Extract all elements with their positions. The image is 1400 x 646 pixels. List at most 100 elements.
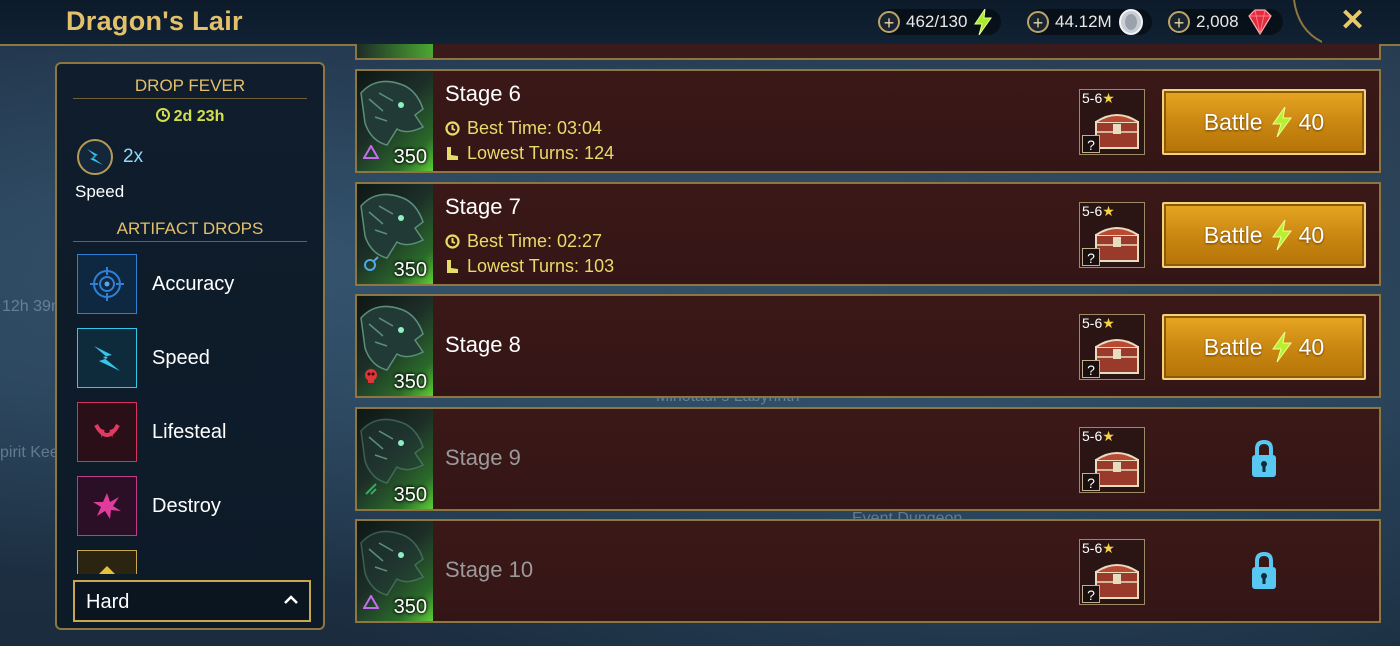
reward-rank: 5-6★ (1082, 315, 1115, 331)
battle-button[interactable]: Battle 40 (1162, 202, 1366, 268)
unknown-reward-marker: ? (1082, 135, 1100, 153)
best-time-text: Best Time: 02:27 (467, 231, 603, 251)
boss-portrait: 350 (357, 184, 433, 284)
destroy-set-icon[interactable] (77, 476, 137, 536)
add-silver-button[interactable]: + (1027, 11, 1049, 33)
artifact-label-accuracy: Accuracy (152, 273, 235, 295)
boot-icon (447, 260, 458, 273)
drop-fever-title: DROP FEVER (134, 76, 246, 95)
reward-chest[interactable]: 5-6★? (1079, 89, 1145, 155)
add-gems-button[interactable]: + (1168, 11, 1190, 33)
stage-row[interactable]: 350 Stage 10 5-6★? (355, 519, 1381, 623)
artifact-drops-title: ARTIFACT DROPS (116, 219, 264, 238)
header-corner-ornament (1293, 0, 1322, 43)
energy-icon (1271, 220, 1292, 250)
affinity-force-icon (363, 368, 379, 389)
top-bar: Dragon's Lair + 462/130 + 44.12M + 2,008… (0, 0, 1400, 46)
artifact-label-destroy: Destroy (152, 495, 221, 517)
energy-icon (973, 9, 993, 35)
drop-info-panel: DROP FEVER 2d 23h 2x Speed ARTIFACT DROP… (55, 62, 325, 630)
multiplier-stat-label: Speed (75, 182, 125, 201)
boss-portrait: 350 (357, 521, 433, 621)
stage-name: Stage 9 (445, 445, 521, 470)
lowest-turns: Lowest Turns: 124 (445, 143, 614, 164)
reward-rank: 5-6★ (1082, 90, 1115, 106)
battle-label: Battle (1203, 333, 1263, 360)
lock-icon (1252, 551, 1276, 589)
star-icon: ★ (1102, 315, 1115, 331)
ruby-gem-icon (1245, 9, 1275, 35)
lock-icon (1252, 439, 1276, 477)
reward-rank: 5-6★ (1082, 428, 1115, 444)
stage-row[interactable]: 350 Stage 6 Best Time: 03:04 Lowest Turns: … (355, 69, 1381, 173)
partial-set-icon[interactable] (77, 550, 137, 574)
artifact-label-lifesteal: Lifesteal (152, 421, 227, 443)
lowest-turns-text: Lowest Turns: 103 (467, 256, 615, 276)
clock-icon (155, 108, 170, 122)
energy-cost: 40 (1298, 221, 1325, 248)
divider (73, 98, 307, 99)
affinity-spirit-icon (363, 256, 379, 277)
drop-fever-timer: 2d 23h (57, 108, 323, 126)
boss-portrait: 350 (357, 409, 433, 509)
chevron-up-icon (284, 595, 298, 604)
reward-chest[interactable]: 5-6★? (1079, 427, 1145, 493)
unknown-reward-marker: ? (1082, 473, 1100, 491)
chest-icon (1095, 227, 1139, 262)
boss-level: 350 (393, 484, 427, 506)
reward-rank: 5-6★ (1082, 203, 1115, 219)
stage-row[interactable]: 350 Stage 8 5-6★? Battle 40 (355, 294, 1381, 398)
divider (73, 241, 307, 242)
energy-icon (1271, 107, 1292, 137)
best-time: Best Time: 02:27 (445, 231, 602, 252)
silver-coin-icon (1118, 9, 1144, 35)
stage-row[interactable]: 350 Stage 9 5-6★? (355, 407, 1381, 511)
boss-portrait: 350 (357, 71, 433, 171)
stage-name: Stage 7 (445, 194, 521, 219)
gems-value: 2,008 (1196, 12, 1239, 31)
energy-cost: 40 (1298, 108, 1325, 135)
accuracy-set-icon[interactable] (77, 254, 137, 314)
difficulty-dropdown[interactable]: Hard (73, 580, 311, 622)
difficulty-value: Hard (86, 591, 130, 613)
speed-set-icon[interactable] (77, 328, 137, 388)
energy-icon (1271, 332, 1292, 362)
stage-row-partial (355, 44, 1381, 60)
add-energy-button[interactable]: + (878, 11, 900, 33)
battle-button[interactable]: Battle 40 (1162, 89, 1366, 155)
star-icon: ★ (1102, 540, 1115, 556)
chest-icon (1095, 452, 1139, 487)
boss-portrait: 350 (357, 296, 433, 396)
clock-icon (445, 234, 460, 249)
chest-icon (1095, 564, 1139, 599)
battle-label: Battle (1203, 221, 1263, 248)
battle-button[interactable]: Battle 40 (1162, 314, 1366, 380)
stage-name: Stage 10 (445, 557, 534, 582)
stage-row[interactable]: 350 Stage 7 Best Time: 02:27 Lowest Turns: … (355, 182, 1381, 286)
silver-value: 44.12M (1055, 12, 1112, 31)
star-icon: ★ (1102, 203, 1115, 219)
unknown-reward-marker: ? (1082, 248, 1100, 266)
gems-counter[interactable]: + 2,008 (1168, 9, 1283, 35)
boss-level: 350 (393, 596, 427, 618)
reward-rank: 5-6★ (1082, 540, 1115, 556)
close-button[interactable]: ✕ (1340, 4, 1365, 38)
boss-level: 350 (393, 371, 427, 393)
battle-label: Battle (1203, 108, 1263, 135)
reward-chest[interactable]: 5-6★? (1079, 539, 1145, 605)
affinity-void-icon (363, 481, 379, 502)
speed-bonus-icon (77, 139, 113, 175)
energy-counter[interactable]: + 462/130 (878, 9, 1002, 35)
lifesteal-set-icon[interactable] (77, 402, 137, 462)
silver-counter[interactable]: + 44.12M (1027, 9, 1152, 35)
reward-chest[interactable]: 5-6★? (1079, 202, 1145, 268)
best-time-text: Best Time: 03:04 (467, 118, 603, 138)
artifact-label-speed: Speed (152, 347, 210, 369)
page-title: Dragon's Lair (66, 6, 243, 36)
reward-chest[interactable]: 5-6★? (1079, 314, 1145, 380)
timer-text: 2d 23h (173, 108, 225, 125)
chest-icon (1095, 114, 1139, 149)
stage-name: Stage 8 (445, 332, 521, 357)
boss-level: 350 (393, 146, 427, 168)
chest-icon (1095, 339, 1139, 374)
